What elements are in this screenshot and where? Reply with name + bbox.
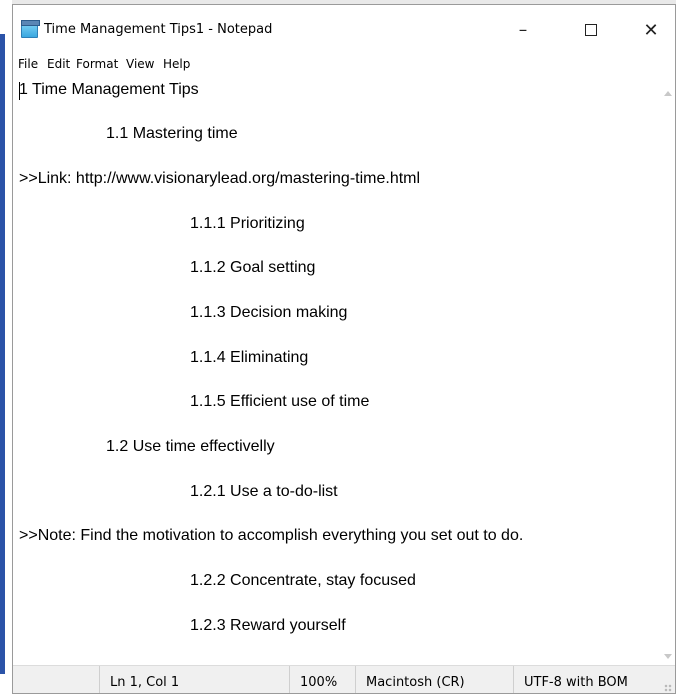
maximize-icon	[585, 24, 597, 36]
editor-line: 1.1.5 Efficient use of time	[190, 393, 370, 410]
editor-line: 1.1.4 Eliminating	[190, 349, 309, 366]
notepad-icon	[21, 20, 40, 38]
status-zoom: 100%	[289, 666, 355, 693]
editor-line: 1.1 Mastering time	[106, 125, 238, 142]
status-encoding: UTF-8 with BOM	[513, 666, 663, 693]
window-title: Time Management Tips1 - Notepad	[44, 22, 273, 37]
close-icon: ✕	[643, 19, 659, 41]
editor-line: 1.1.3 Decision making	[190, 304, 348, 321]
resize-grip-icon[interactable]	[664, 684, 672, 692]
scroll-down-icon[interactable]	[664, 654, 672, 659]
menu-format[interactable]: Format	[76, 57, 118, 71]
minimize-button[interactable]: –	[501, 17, 545, 43]
menu-view[interactable]: View	[126, 57, 154, 71]
editor-line: >>Note: Find the motivation to accomplis…	[19, 527, 524, 544]
minimize-icon: –	[518, 20, 528, 40]
background-window-edge	[0, 34, 5, 674]
status-bar: Ln 1, Col 1 100% Macintosh (CR) UTF-8 wi…	[13, 665, 675, 693]
editor-line: 1.2 Use time effectivelly	[106, 438, 275, 455]
text-editor[interactable]: 1 Time Management Tips 1.1 Mastering tim…	[17, 77, 657, 665]
editor-line: 1.1.2 Goal setting	[190, 259, 316, 276]
vertical-scrollbar[interactable]	[659, 77, 675, 665]
menu-bar: File Edit Format View Help	[13, 54, 675, 76]
menu-help[interactable]: Help	[163, 57, 190, 71]
status-line-ending: Macintosh (CR)	[355, 666, 513, 693]
title-bar[interactable]: Time Management Tips1 - Notepad – ✕	[13, 5, 675, 51]
editor-line: 1.2.2 Concentrate, stay focused	[190, 572, 416, 589]
editor-line: 1.2.3 Reward yourself	[190, 617, 346, 634]
notepad-window: Time Management Tips1 - Notepad – ✕ File…	[12, 4, 676, 694]
scroll-up-icon[interactable]	[664, 91, 672, 96]
status-cursor-position: Ln 1, Col 1	[99, 666, 289, 693]
editor-line: 1.1.1 Prioritizing	[190, 215, 305, 232]
menu-edit[interactable]: Edit	[47, 57, 70, 71]
close-button[interactable]: ✕	[629, 17, 673, 43]
editor-line: 1.2.1 Use a to-do-list	[190, 483, 338, 500]
maximize-button[interactable]	[569, 17, 613, 43]
menu-file[interactable]: File	[18, 57, 38, 71]
editor-line: >>Link: http://www.visionarylead.org/mas…	[19, 170, 421, 187]
editor-line: 1 Time Management Tips	[19, 81, 199, 98]
